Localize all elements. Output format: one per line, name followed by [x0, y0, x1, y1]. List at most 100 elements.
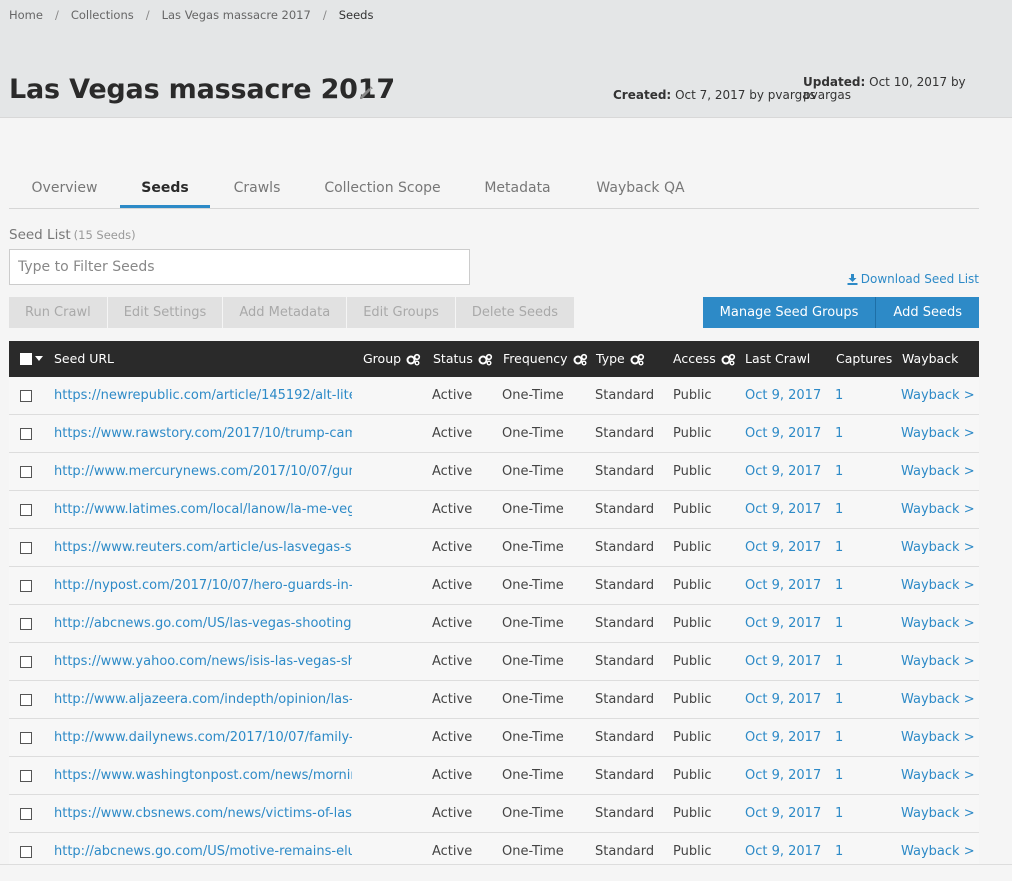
seed-type: Standard	[595, 426, 655, 441]
seed-url-link[interactable]: https://www.rawstory.com/2017/10/trump-c…	[54, 415, 352, 453]
tab-seeds[interactable]: Seeds	[120, 170, 210, 208]
row-checkbox[interactable]	[20, 808, 32, 820]
col-last-crawl[interactable]: Last Crawl	[745, 341, 810, 377]
seeds-table: Seed URL Group Status Frequency Type Acc…	[9, 341, 979, 871]
row-checkbox[interactable]	[20, 504, 32, 516]
tab-metadata[interactable]: Metadata	[461, 170, 574, 208]
row-checkbox[interactable]	[20, 618, 32, 630]
captures-link[interactable]: 1	[835, 529, 895, 567]
seed-url-link[interactable]: http://www.latimes.com/local/lanow/la-me…	[54, 491, 352, 529]
row-checkbox[interactable]	[20, 390, 32, 402]
edit-groups-button[interactable]: Edit Groups	[347, 297, 456, 328]
last-crawl-link[interactable]: Oct 9, 2017	[745, 529, 831, 567]
col-status[interactable]: Status	[433, 341, 493, 377]
download-seed-list-link[interactable]: Download Seed List	[847, 272, 979, 286]
wayback-link[interactable]: Wayback >	[901, 415, 979, 453]
tab-collection-scope[interactable]: Collection Scope	[304, 170, 461, 208]
last-crawl-link[interactable]: Oct 9, 2017	[745, 757, 831, 795]
seed-url-link[interactable]: http://nypost.com/2017/10/07/hero-guards…	[54, 567, 352, 605]
row-checkbox[interactable]	[20, 656, 32, 668]
last-crawl-link[interactable]: Oct 9, 2017	[745, 453, 831, 491]
wayback-link[interactable]: Wayback >	[901, 719, 979, 757]
col-access[interactable]: Access	[673, 341, 736, 377]
wayback-link[interactable]: Wayback >	[901, 681, 979, 719]
last-crawl-link[interactable]: Oct 9, 2017	[745, 643, 831, 681]
captures-link[interactable]: 1	[835, 567, 895, 605]
captures-link[interactable]: 1	[835, 795, 895, 833]
seed-count: (15 Seeds)	[73, 228, 136, 242]
seed-url-link[interactable]: https://www.yahoo.com/news/isis-las-vega…	[54, 643, 352, 681]
add-metadata-button[interactable]: Add Metadata	[223, 297, 348, 328]
row-checkbox[interactable]	[20, 428, 32, 440]
seed-url-link[interactable]: https://www.cbsnews.com/news/victims-of-…	[54, 795, 352, 833]
wayback-link[interactable]: Wayback >	[901, 453, 979, 491]
seed-status: Active	[432, 502, 473, 517]
col-frequency[interactable]: Frequency	[503, 341, 588, 377]
captures-link[interactable]: 1	[835, 377, 895, 415]
captures-link[interactable]: 1	[835, 605, 895, 643]
seed-access: Public	[673, 806, 712, 821]
row-checkbox[interactable]	[20, 580, 32, 592]
last-crawl-link[interactable]: Oct 9, 2017	[745, 377, 831, 415]
gears-icon	[630, 353, 644, 365]
seed-url-link[interactable]: http://abcnews.go.com/US/las-vegas-shoot…	[54, 605, 352, 643]
tab-overview[interactable]: Overview	[9, 170, 120, 208]
last-crawl-link[interactable]: Oct 9, 2017	[745, 719, 831, 757]
tab-wayback-qa[interactable]: Wayback QA	[574, 170, 707, 208]
wayback-link[interactable]: Wayback >	[901, 795, 979, 833]
last-crawl-link[interactable]: Oct 9, 2017	[745, 415, 831, 453]
seed-frequency: One-Time	[502, 768, 564, 783]
row-checkbox[interactable]	[20, 770, 32, 782]
col-group[interactable]: Group	[363, 341, 421, 377]
seed-url-link[interactable]: http://www.aljazeera.com/indepth/opinion…	[54, 681, 352, 719]
last-crawl-link[interactable]: Oct 9, 2017	[745, 795, 831, 833]
last-crawl-link[interactable]: Oct 9, 2017	[745, 491, 831, 529]
captures-link[interactable]: 1	[835, 453, 895, 491]
seed-type: Standard	[595, 540, 655, 555]
wayback-link[interactable]: Wayback >	[901, 605, 979, 643]
wayback-link[interactable]: Wayback >	[901, 377, 979, 415]
captures-link[interactable]: 1	[835, 643, 895, 681]
captures-link[interactable]: 1	[835, 757, 895, 795]
tab-crawls[interactable]: Crawls	[210, 170, 304, 208]
row-checkbox[interactable]	[20, 846, 32, 858]
last-crawl-link[interactable]: Oct 9, 2017	[745, 605, 831, 643]
manage-seed-groups-button[interactable]: Manage Seed Groups	[702, 297, 876, 328]
breadcrumb-home[interactable]: Home	[9, 8, 43, 22]
captures-link[interactable]: 1	[835, 415, 895, 453]
row-checkbox[interactable]	[20, 542, 32, 554]
select-all-checkbox[interactable]	[20, 341, 43, 377]
breadcrumb-collection[interactable]: Las Vegas massacre 2017	[162, 8, 311, 22]
row-checkbox[interactable]	[20, 694, 32, 706]
seed-group	[363, 567, 423, 605]
wayback-link[interactable]: Wayback >	[901, 567, 979, 605]
edit-settings-button[interactable]: Edit Settings	[107, 297, 224, 328]
wayback-link[interactable]: Wayback >	[901, 529, 979, 567]
captures-link[interactable]: 1	[835, 681, 895, 719]
captures-link[interactable]: 1	[835, 719, 895, 757]
pencil-icon[interactable]	[357, 84, 375, 102]
col-captures[interactable]: Captures	[836, 341, 892, 377]
delete-seeds-button[interactable]: Delete Seeds	[455, 297, 576, 328]
wayback-link[interactable]: Wayback >	[901, 757, 979, 795]
last-crawl-link[interactable]: Oct 9, 2017	[745, 681, 831, 719]
col-seed-url[interactable]: Seed URL	[54, 341, 114, 377]
wayback-link[interactable]: Wayback >	[901, 491, 979, 529]
seed-url-link[interactable]: https://www.washingtonpost.com/news/morn…	[54, 757, 352, 795]
seed-url-link[interactable]: http://www.mercurynews.com/2017/10/07/gu…	[54, 453, 352, 491]
breadcrumb-collections[interactable]: Collections	[71, 8, 134, 22]
col-type[interactable]: Type	[596, 341, 645, 377]
seed-url-link[interactable]: http://www.dailynews.com/2017/10/07/fami…	[54, 719, 352, 757]
seed-url-link[interactable]: https://newrepublic.com/article/145192/a…	[54, 377, 352, 415]
filter-seeds-input[interactable]	[9, 249, 470, 285]
add-seeds-button[interactable]: Add Seeds	[875, 297, 979, 328]
col-wayback[interactable]: Wayback	[902, 341, 958, 377]
wayback-link[interactable]: Wayback >	[901, 643, 979, 681]
gears-icon	[573, 353, 587, 365]
run-crawl-button[interactable]: Run Crawl	[9, 297, 108, 328]
row-checkbox[interactable]	[20, 466, 32, 478]
last-crawl-link[interactable]: Oct 9, 2017	[745, 567, 831, 605]
seed-url-link[interactable]: https://www.reuters.com/article/us-lasve…	[54, 529, 352, 567]
captures-link[interactable]: 1	[835, 491, 895, 529]
row-checkbox[interactable]	[20, 732, 32, 744]
